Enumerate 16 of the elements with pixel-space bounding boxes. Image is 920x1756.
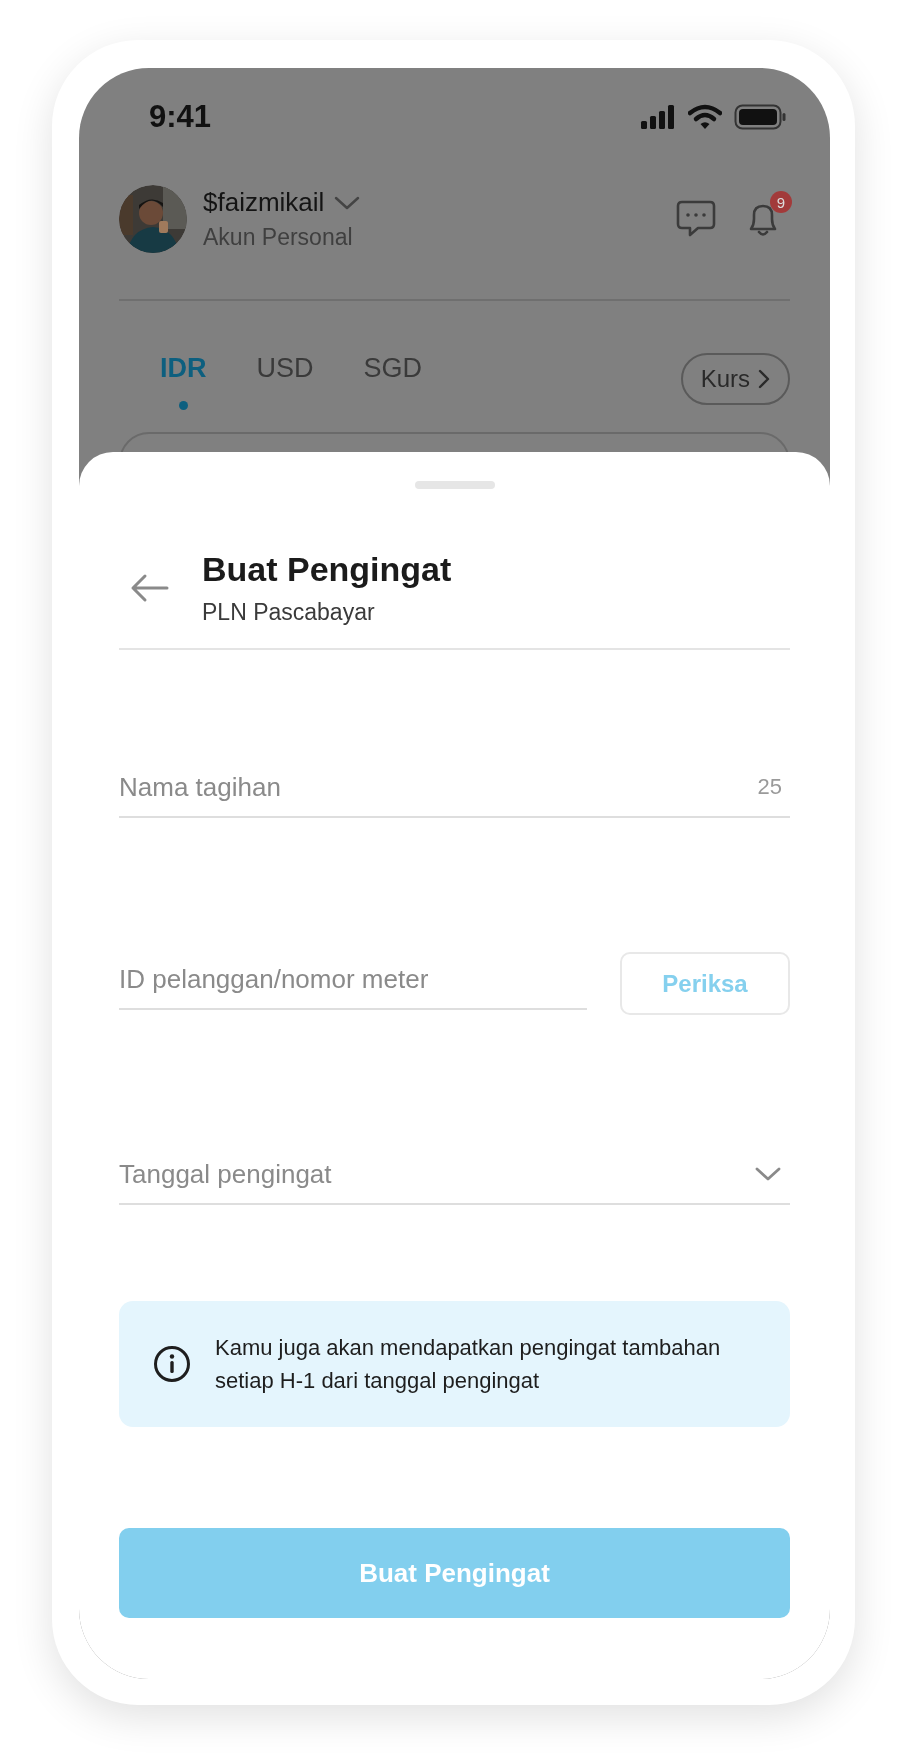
info-text: Kamu juga akan mendapatkan pengingat tambahan setiap H-1 dari tanggal pengingat <box>215 1334 722 1395</box>
currency-tab[interactable]: IDR <box>160 353 207 414</box>
sheet-subtitle: PLN Pascabayar <box>202 599 376 626</box>
currency-tab[interactable]: USD <box>256 353 314 414</box>
input-field[interactable]: ID pelanggan/nomor meter <box>119 963 587 995</box>
account-name[interactable]: $faizmikail <box>203 187 325 218</box>
account-type: Akun Personal <box>203 224 354 251</box>
character-counter: 25 <box>757 774 782 800</box>
dropdown-field[interactable]: Tanggal pengingat <box>119 1158 754 1190</box>
input-field[interactable]: Nama tagihan <box>119 771 758 803</box>
sheet-title: Buat Pengingat <box>202 550 452 589</box>
notification-badge: 9 <box>770 191 792 213</box>
check-button[interactable]: Periksa <box>620 952 790 1015</box>
status-time: 9:41 <box>149 99 212 135</box>
rate-button[interactable]: Kurs <box>680 353 790 405</box>
currency-tab[interactable]: SGD <box>363 353 423 414</box>
